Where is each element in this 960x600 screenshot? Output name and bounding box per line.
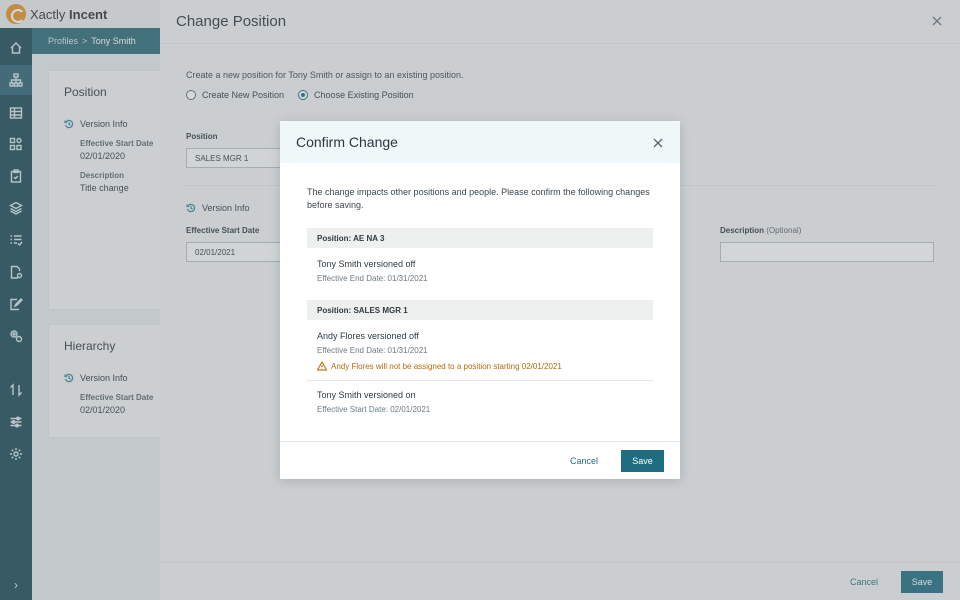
change-entry-subtitle: Effective End Date: 01/31/2021 bbox=[317, 346, 428, 355]
change-entry-subtitle: Effective Start Date: 02/01/2021 bbox=[317, 405, 431, 414]
modal-header: Confirm Change bbox=[280, 121, 680, 163]
group-header: Position: SALES MGR 1 bbox=[307, 300, 653, 320]
change-entry-subtitle: Effective End Date: 01/31/2021 bbox=[317, 274, 428, 283]
warning-message: Andy Flores will not be assigned to a po… bbox=[317, 361, 562, 371]
modal-save-button[interactable]: Save bbox=[621, 450, 664, 472]
entry-divider bbox=[307, 380, 653, 381]
modal-footer: Cancel Save bbox=[280, 441, 680, 479]
modal-description: The change impacts other positions and p… bbox=[307, 187, 650, 210]
warning-text: Andy Flores will not be assigned to a po… bbox=[331, 361, 562, 371]
change-entry-title: Tony Smith versioned off bbox=[317, 259, 416, 269]
close-icon bbox=[653, 138, 663, 148]
modal-title: Confirm Change bbox=[296, 134, 398, 150]
warning-icon bbox=[317, 361, 327, 371]
modal-close-button[interactable] bbox=[652, 136, 664, 148]
group-header: Position: AE NA 3 bbox=[307, 228, 653, 248]
change-entry-title: Andy Flores versioned off bbox=[317, 331, 419, 341]
confirm-change-modal: Confirm Change The change impacts other … bbox=[280, 121, 680, 479]
modal-cancel-button[interactable]: Cancel bbox=[570, 456, 598, 466]
change-entry-title: Tony Smith versioned on bbox=[317, 390, 416, 400]
